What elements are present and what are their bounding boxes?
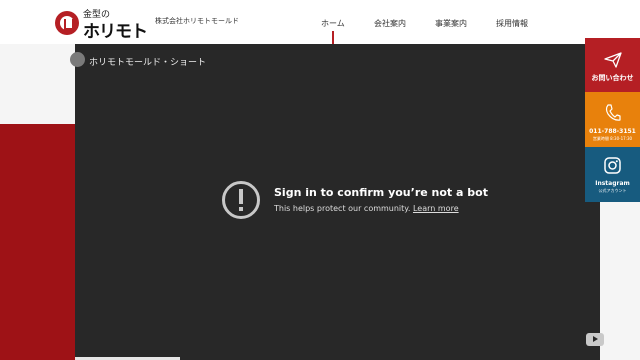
error-subtitle: This helps protect our community. Learn … xyxy=(274,204,459,213)
nav-company[interactable]: 会社案内 xyxy=(374,18,406,29)
contact-label: お問い合わせ xyxy=(591,74,634,82)
logo-wordmark: ホリモト xyxy=(83,22,148,42)
active-nav-indicator xyxy=(332,31,334,44)
contact-button[interactable]: お問い合わせ xyxy=(585,38,640,92)
instagram-button[interactable]: Instagram 公式アカウント xyxy=(585,147,640,202)
phone-hours: 営業時間 8:30-17:30 xyxy=(592,136,633,141)
alert-icon xyxy=(222,181,260,219)
hero-red-band xyxy=(0,124,76,360)
error-subtitle-text: This helps protect our community. xyxy=(274,204,411,213)
instagram-icon xyxy=(604,157,621,174)
paper-plane-icon xyxy=(603,52,622,68)
nav-recruit[interactable]: 採用情報 xyxy=(496,18,528,29)
learn-more-link[interactable]: Learn more xyxy=(413,204,459,213)
site-header: 金型の ホリモト 株式会社ホリモトモールド ホーム 会社案内 事業案内 採用情報 xyxy=(0,0,640,44)
nav-business[interactable]: 事業案内 xyxy=(435,18,467,29)
company-name: 株式会社ホリモトモールド xyxy=(155,17,239,25)
nav-home[interactable]: ホーム xyxy=(321,18,345,29)
phone-number: 011-788-3151 xyxy=(589,128,636,135)
phone-button[interactable]: 011-788-3151 営業時間 8:30-17:30 xyxy=(585,92,640,147)
video-title[interactable]: ホリモトモールド・ショート xyxy=(89,55,206,68)
company-emblem xyxy=(55,11,79,35)
channel-avatar[interactable] xyxy=(70,52,85,67)
instagram-label: Instagram xyxy=(595,180,630,187)
phone-icon xyxy=(605,104,621,121)
error-title: Sign in to confirm you’re not a bot xyxy=(274,186,488,199)
youtube-logo-icon[interactable] xyxy=(586,333,604,346)
video-player[interactable]: ホリモトモールド・ショート Sign in to confirm you’re … xyxy=(70,44,604,360)
instagram-sub: 公式アカウント xyxy=(598,188,627,193)
site-logo[interactable]: 金型の ホリモト xyxy=(55,7,150,42)
